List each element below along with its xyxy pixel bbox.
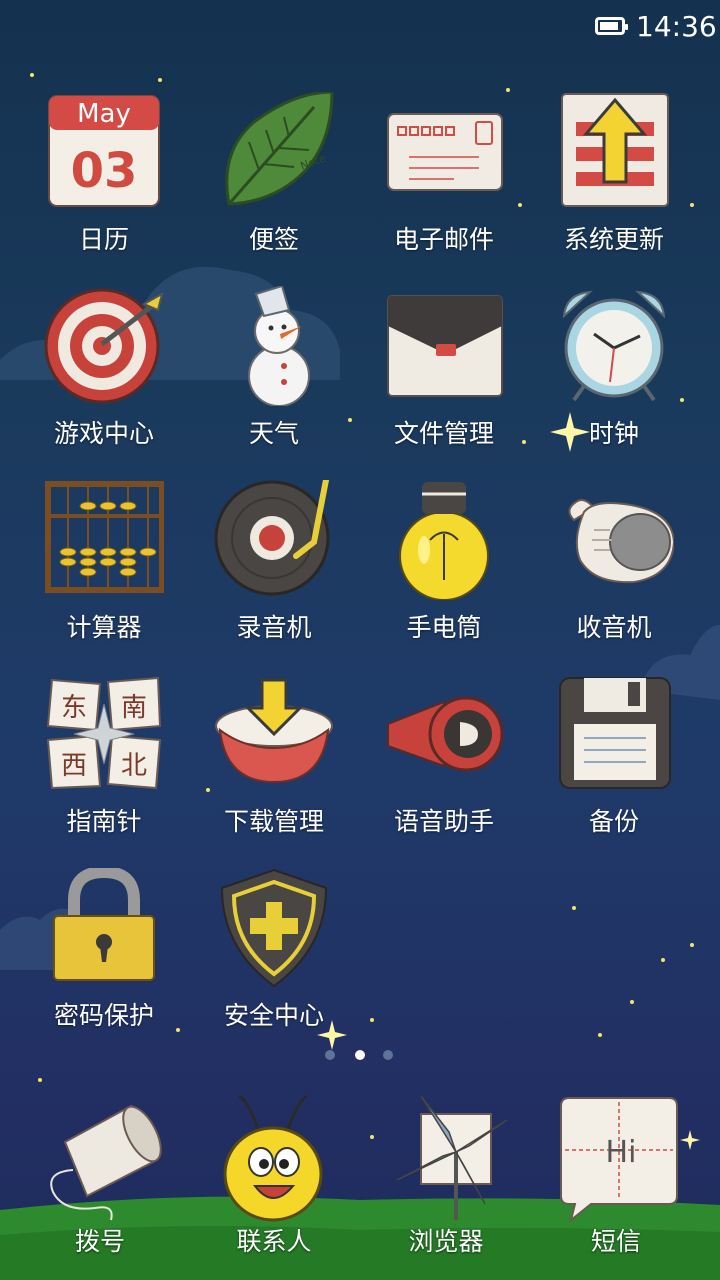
app-email[interactable]: 电子邮件 bbox=[359, 92, 529, 282]
padlock-icon bbox=[53, 868, 155, 981]
speech-bubble-icon: Hi bbox=[560, 1097, 678, 1222]
leaf-note-icon: Note bbox=[225, 92, 334, 206]
update-arrow-icon bbox=[561, 93, 669, 207]
app-clock[interactable]: 时钟 bbox=[529, 286, 699, 476]
app-backup[interactable]: 备份 bbox=[529, 674, 699, 864]
app-flashlight[interactable]: 手电筒 bbox=[359, 480, 529, 670]
dock-label: 联系人 bbox=[236, 1227, 312, 1256]
app-notes[interactable]: Note 便签 bbox=[189, 92, 359, 282]
light-bulb-icon bbox=[399, 482, 489, 600]
app-game-center[interactable]: 游戏中心 bbox=[19, 286, 189, 476]
app-system-update[interactable]: 系统更新 bbox=[529, 92, 699, 282]
app-label: 计算器 bbox=[66, 613, 142, 642]
app-label: 下载管理 bbox=[223, 807, 324, 836]
megaphone-icon bbox=[387, 696, 504, 772]
app-label: 游戏中心 bbox=[53, 419, 154, 448]
app-radio[interactable]: 收音机 bbox=[529, 480, 699, 670]
status-bar: 14:36 bbox=[0, 0, 720, 56]
page-dot[interactable] bbox=[383, 1050, 393, 1060]
download-bowl-icon bbox=[215, 678, 333, 784]
app-password-protect[interactable]: 密码保护 bbox=[19, 868, 189, 1058]
battery-icon bbox=[595, 17, 628, 35]
app-label: 手电筒 bbox=[406, 613, 482, 642]
dock-label: 短信 bbox=[590, 1227, 641, 1256]
bubble-text: Hi bbox=[606, 1135, 637, 1170]
folder-icon bbox=[387, 295, 503, 397]
pinwheel-icon bbox=[396, 1095, 508, 1220]
app-label: 日历 bbox=[78, 225, 129, 254]
page-dot-active[interactable] bbox=[355, 1050, 365, 1060]
app-calculator[interactable]: 计算器 bbox=[19, 480, 189, 670]
dartboard-icon bbox=[44, 288, 164, 404]
dock-dialer[interactable]: 拨号 bbox=[15, 1092, 185, 1272]
calendar-icon: May 03 bbox=[48, 95, 160, 207]
floppy-disk-icon bbox=[559, 677, 671, 789]
app-compass[interactable]: 东 南 西 北 指南针 bbox=[19, 674, 189, 864]
app-label: 语音助手 bbox=[393, 807, 494, 836]
dock-browser[interactable]: 浏览器 bbox=[361, 1092, 531, 1272]
app-file-manager[interactable]: 文件管理 bbox=[359, 286, 529, 476]
cup-phone-icon bbox=[50, 1104, 162, 1221]
app-label: 密码保护 bbox=[53, 1001, 154, 1030]
compass-north: 北 bbox=[121, 751, 147, 781]
app-label: 天气 bbox=[248, 419, 299, 448]
app-weather[interactable]: 天气 bbox=[189, 286, 359, 476]
dock-label: 拨号 bbox=[74, 1227, 125, 1256]
app-label: 系统更新 bbox=[563, 225, 664, 254]
app-label: 指南针 bbox=[66, 807, 142, 836]
app-calendar[interactable]: May 03 日历 bbox=[19, 92, 189, 282]
app-label: 安全中心 bbox=[223, 1001, 324, 1030]
alarm-clock-icon bbox=[562, 290, 666, 402]
dock-label: 浏览器 bbox=[408, 1227, 484, 1256]
shield-icon bbox=[220, 868, 328, 988]
record-player-icon bbox=[214, 480, 330, 596]
compass-south: 南 bbox=[121, 693, 147, 723]
app-label: 电子邮件 bbox=[393, 225, 494, 254]
dock-contacts[interactable]: 联系人 bbox=[189, 1092, 359, 1272]
snowman-icon bbox=[248, 286, 310, 406]
app-label: 便签 bbox=[248, 225, 299, 254]
app-recorder[interactable]: 录音机 bbox=[189, 480, 359, 670]
status-time: 14:36 bbox=[636, 10, 717, 43]
app-label: 时钟 bbox=[588, 419, 639, 448]
app-voice-assistant[interactable]: 语音助手 bbox=[359, 674, 529, 864]
envelope-icon bbox=[387, 113, 503, 191]
compass-icon: 东 南 西 北 bbox=[46, 676, 162, 790]
app-security-center[interactable]: 安全中心 bbox=[189, 868, 359, 1058]
app-label: 录音机 bbox=[236, 613, 312, 642]
calendar-day: 03 bbox=[71, 143, 138, 199]
dock-messages[interactable]: Hi 短信 bbox=[531, 1092, 701, 1272]
bee-face-icon bbox=[223, 1094, 323, 1222]
calendar-month: May bbox=[77, 99, 131, 129]
compass-west: 西 bbox=[61, 751, 87, 781]
app-download-manager[interactable]: 下载管理 bbox=[189, 674, 359, 864]
abacus-icon bbox=[45, 481, 164, 593]
app-label: 备份 bbox=[588, 807, 639, 836]
radio-icon bbox=[568, 499, 674, 584]
app-label: 收音机 bbox=[576, 613, 652, 642]
page-dot[interactable] bbox=[325, 1050, 335, 1060]
compass-east: 东 bbox=[61, 693, 87, 723]
page-indicator[interactable] bbox=[320, 1048, 400, 1062]
app-label: 文件管理 bbox=[393, 419, 494, 448]
